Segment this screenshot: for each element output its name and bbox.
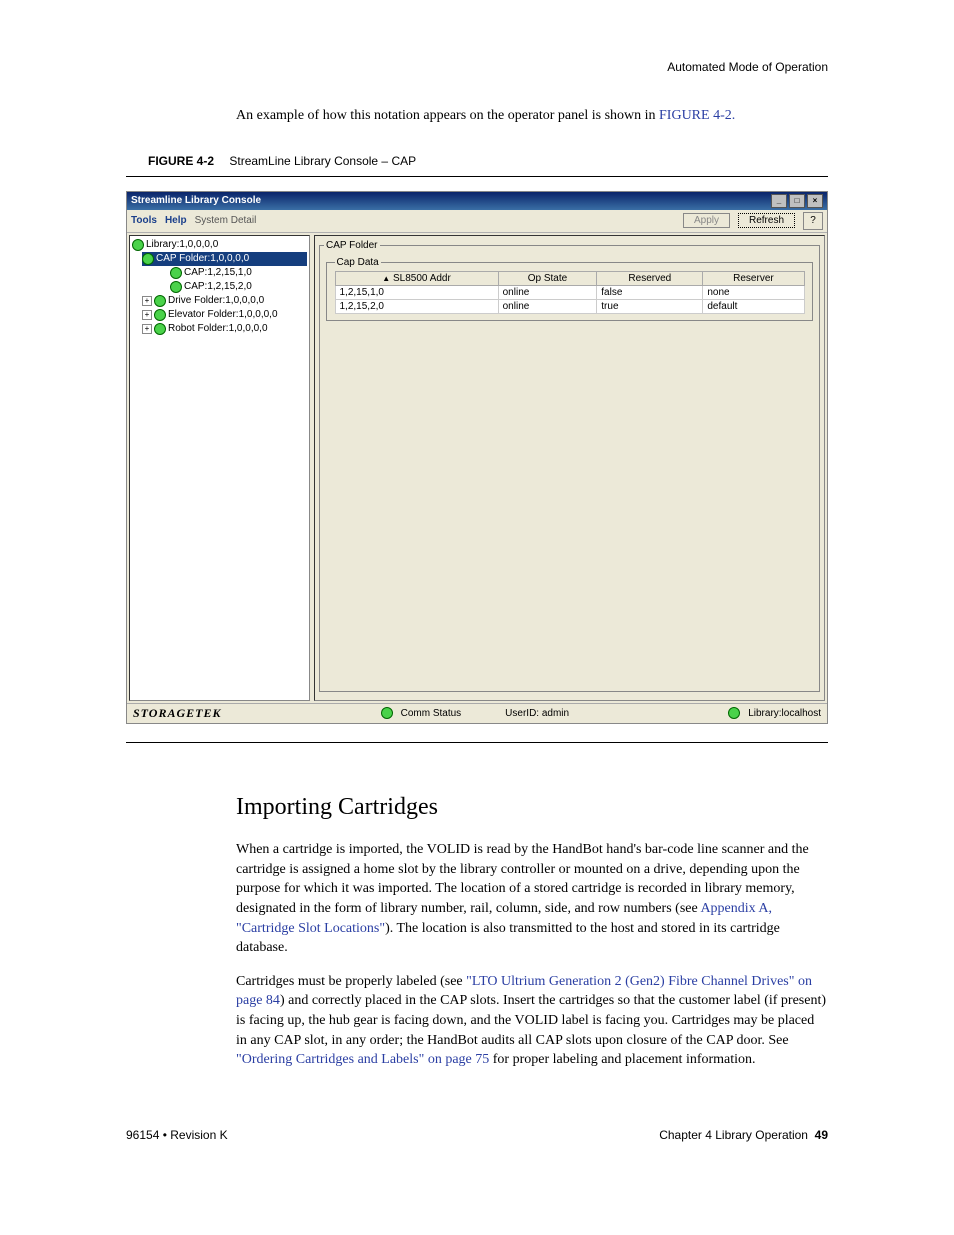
cap-data-fieldset: Cap Data ▲ SL8500 Addr Op State Reserved…	[326, 257, 813, 322]
help-icon[interactable]: ?	[803, 212, 823, 230]
figure-end-rule	[126, 742, 828, 743]
tree-drive-folder-label: Drive Folder:1,0,0,0,0	[168, 294, 264, 308]
cell-reserver: default	[703, 300, 804, 314]
figure-rule	[126, 176, 828, 177]
status-ok-icon	[381, 707, 393, 719]
tree-cap-2[interactable]: CAP:1,2,15,2,0	[170, 280, 307, 294]
col-reserved[interactable]: Reserved	[597, 272, 703, 286]
section-paragraph-1: When a cartridge is imported, the VOLID …	[236, 840, 828, 958]
menubar: Tools Help System Detail Apply Refresh ?	[127, 210, 827, 233]
intro-text: An example of how this notation appears …	[236, 108, 659, 123]
tree-cap-folder-label: CAP Folder:1,0,0,0,0	[156, 252, 249, 266]
page-footer: 96154 • Revision K Chapter 4 Library Ope…	[126, 1128, 828, 1142]
userid-label: UserID: admin	[505, 708, 569, 719]
tree-elevator-folder-label: Elevator Folder:1,0,0,0,0	[168, 308, 278, 322]
status-ok-icon	[170, 281, 182, 293]
section-heading: Importing Cartridges	[236, 791, 828, 825]
expand-icon[interactable]: +	[142, 310, 152, 320]
minimize-icon[interactable]: _	[771, 194, 787, 208]
expand-icon[interactable]: +	[142, 296, 152, 306]
p2-text-3: for proper labeling and placement inform…	[489, 1052, 755, 1067]
figure-number: FIGURE 4-2	[148, 154, 214, 168]
tree-elevator-folder[interactable]: + Elevator Folder:1,0,0,0,0	[142, 308, 307, 322]
status-ok-icon	[132, 239, 144, 251]
maximize-icon[interactable]: □	[789, 194, 805, 208]
tree-pane[interactable]: Library:1,0,0,0,0 CAP Folder:1,0,0,0,0 C…	[129, 235, 310, 701]
refresh-button[interactable]: Refresh	[738, 213, 795, 228]
cell-addr: 1,2,15,2,0	[335, 300, 498, 314]
cap-folder-legend: CAP Folder	[324, 240, 380, 251]
col-addr-label: SL8500 Addr	[393, 273, 451, 284]
detail-pane: CAP Folder Cap Data ▲ SL8500 Addr Op Sta…	[314, 235, 825, 701]
window-title: Streamline Library Console	[131, 195, 769, 206]
menu-tools[interactable]: Tools	[131, 215, 157, 226]
status-ok-icon	[154, 295, 166, 307]
close-icon[interactable]: ×	[807, 194, 823, 208]
table-row[interactable]: 1,2,15,1,0 online false none	[335, 286, 804, 300]
menu-system-detail[interactable]: System Detail	[195, 215, 257, 226]
tree-robot-folder-label: Robot Folder:1,0,0,0,0	[168, 322, 268, 336]
tree-robot-folder[interactable]: + Robot Folder:1,0,0,0,0	[142, 322, 307, 336]
cell-reserved: false	[597, 286, 703, 300]
titlebar: Streamline Library Console _ □ ×	[127, 192, 827, 210]
status-ok-icon	[154, 323, 166, 335]
cap-data-table: ▲ SL8500 Addr Op State Reserved Reserver…	[335, 271, 805, 314]
tree-root-label: Library:1,0,0,0,0	[146, 238, 218, 252]
expand-icon[interactable]: +	[142, 324, 152, 334]
figure-ref-link[interactable]: FIGURE 4-2.	[659, 108, 735, 123]
footer-right: Chapter 4 Library Operation 49	[659, 1128, 828, 1142]
status-ok-icon	[142, 253, 154, 265]
status-ok-icon	[154, 309, 166, 321]
library-host-label: Library:localhost	[748, 708, 821, 719]
cell-reserved: true	[597, 300, 703, 314]
footer-left: 96154 • Revision K	[126, 1128, 228, 1142]
table-row[interactable]: 1,2,15,2,0 online true default	[335, 300, 804, 314]
running-header: Automated Mode of Operation	[667, 60, 828, 74]
menu-help[interactable]: Help	[165, 215, 187, 226]
page-number: 49	[815, 1128, 828, 1142]
col-reserver[interactable]: Reserver	[703, 272, 804, 286]
app-window: Streamline Library Console _ □ × Tools H…	[126, 191, 828, 724]
tree-cap-1-label: CAP:1,2,15,1,0	[184, 266, 252, 280]
status-ok-icon	[170, 267, 182, 279]
comm-status-label: Comm Status	[401, 708, 462, 719]
section-paragraph-2: Cartridges must be properly labeled (see…	[236, 972, 828, 1070]
figure-caption: StreamLine Library Console – CAP	[229, 154, 416, 168]
col-addr[interactable]: ▲ SL8500 Addr	[335, 272, 498, 286]
status-ok-icon	[728, 707, 740, 719]
footer-chapter: Chapter 4 Library Operation	[659, 1128, 808, 1142]
figure-caption-row: FIGURE 4-2 StreamLine Library Console – …	[148, 154, 828, 168]
cap-data-legend: Cap Data	[335, 257, 381, 268]
intro-paragraph: An example of how this notation appears …	[236, 106, 828, 126]
cell-addr: 1,2,15,1,0	[335, 286, 498, 300]
cap-folder-fieldset: CAP Folder Cap Data ▲ SL8500 Addr Op Sta…	[319, 240, 820, 692]
table-header-row: ▲ SL8500 Addr Op State Reserved Reserver	[335, 272, 804, 286]
ordering-link[interactable]: "Ordering Cartridges and Labels" on page…	[236, 1052, 489, 1067]
tree-drive-folder[interactable]: + Drive Folder:1,0,0,0,0	[142, 294, 307, 308]
col-opstate[interactable]: Op State	[498, 272, 597, 286]
cell-reserver: none	[703, 286, 804, 300]
brand-logo: STORAGETEK	[133, 706, 221, 721]
cell-opstate: online	[498, 286, 597, 300]
statusbar: STORAGETEK Comm Status UserID: admin Lib…	[127, 703, 827, 723]
p2-text-2: ) and correctly placed in the CAP slots.…	[236, 993, 826, 1047]
p2-text-1: Cartridges must be properly labeled (see	[236, 974, 466, 989]
tree-cap-folder[interactable]: CAP Folder:1,0,0,0,0	[142, 252, 307, 266]
tree-cap-1[interactable]: CAP:1,2,15,1,0	[170, 266, 307, 280]
apply-button[interactable]: Apply	[683, 213, 730, 228]
tree-root[interactable]: Library:1,0,0,0,0	[132, 238, 307, 252]
cell-opstate: online	[498, 300, 597, 314]
tree-cap-2-label: CAP:1,2,15,2,0	[184, 280, 252, 294]
